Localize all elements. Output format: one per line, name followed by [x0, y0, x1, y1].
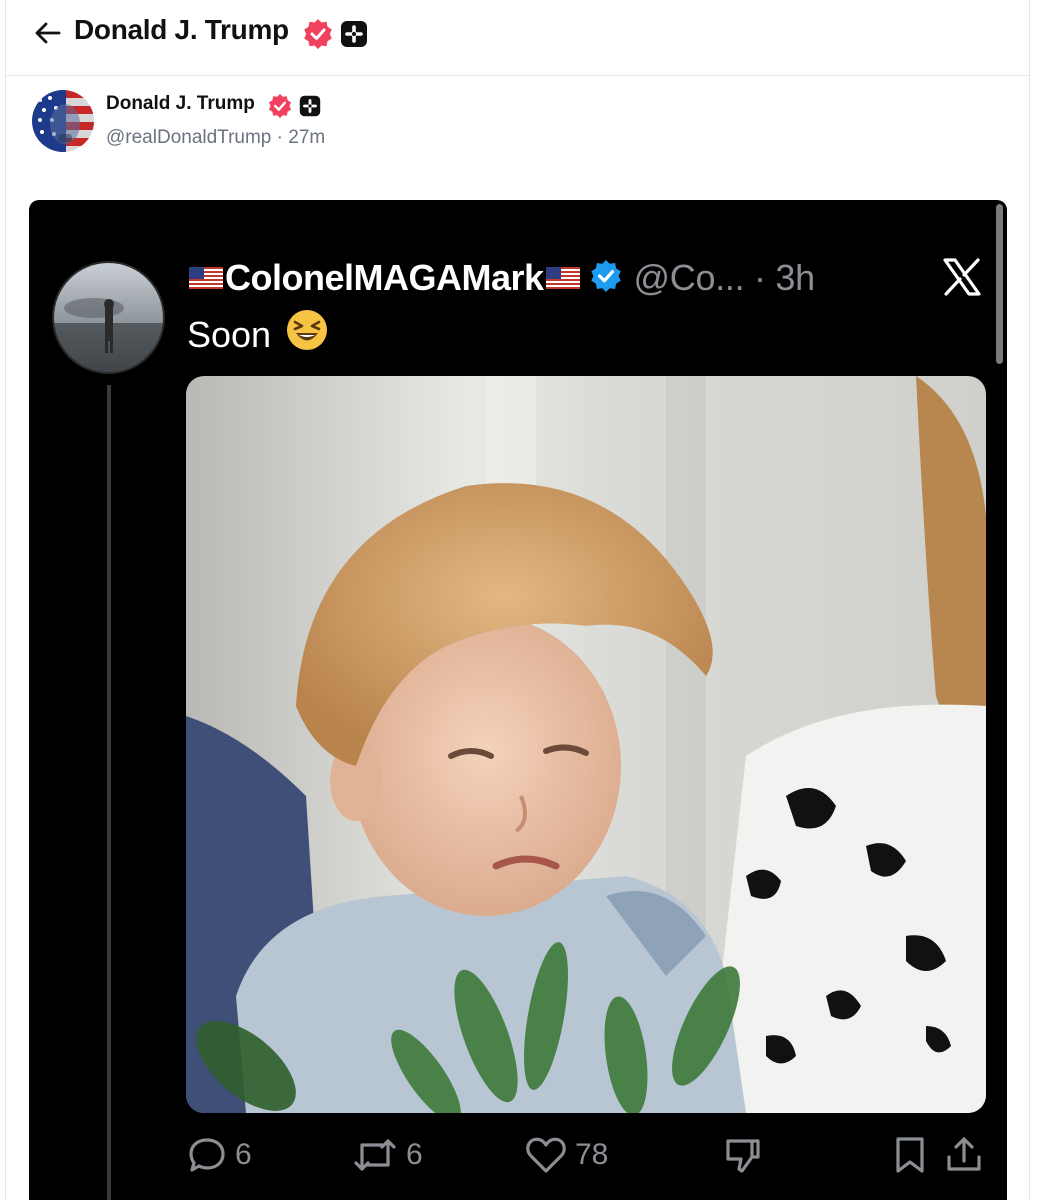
verified-badge-icon — [303, 19, 333, 54]
bookmark-action[interactable] — [892, 1130, 928, 1180]
verified-badge-icon — [590, 259, 622, 297]
reply-icon — [187, 1135, 227, 1175]
dislike-action[interactable] — [722, 1130, 762, 1180]
us-flag-icon — [189, 267, 223, 289]
author-meta: @realDonaldTrump · 27m — [106, 127, 325, 149]
embedded-screenshot[interactable]: ColonelMAGAMark @Co... · 3h Soon 6 6 78 — [29, 200, 1007, 1200]
embedded-photo[interactable] — [186, 376, 986, 1113]
embed-text: Soon — [187, 308, 329, 361]
plus-badge-icon — [340, 20, 368, 53]
author-handle[interactable]: @realDonaldTrump — [106, 127, 271, 148]
embed-handle: @Co... · 3h — [633, 257, 816, 298]
laughing-emoji-icon — [285, 308, 329, 361]
scrollbar[interactable] — [996, 204, 1003, 364]
author-name[interactable]: Donald J. Trump — [106, 93, 255, 115]
meta-separator: · — [276, 127, 283, 148]
embed-actions: 6 6 78 — [187, 1130, 987, 1180]
reply-action[interactable]: 6 — [187, 1130, 252, 1180]
page-title: Donald J. Trump — [74, 14, 289, 45]
embed-header: ColonelMAGAMark @Co... · 3h — [187, 256, 815, 300]
embed-avatar — [52, 261, 165, 374]
post-page: Donald J. Trump Donald J. Trump @realDon… — [5, 0, 1030, 1200]
repost-icon — [352, 1135, 398, 1175]
post-time[interactable]: 27m — [288, 127, 325, 148]
share-action[interactable] — [945, 1130, 983, 1180]
dislike-icon — [722, 1135, 762, 1175]
us-flag-icon — [545, 267, 580, 289]
plus-badge-icon — [299, 95, 321, 122]
repost-action[interactable]: 6 — [352, 1130, 423, 1180]
reply-count: 6 — [235, 1138, 252, 1171]
author-avatar[interactable] — [32, 90, 94, 152]
top-header: Donald J. Trump — [6, 0, 1029, 76]
like-count: 78 — [575, 1138, 609, 1171]
bookmark-icon — [892, 1135, 928, 1175]
verified-badge-icon — [268, 94, 292, 123]
back-arrow-icon[interactable] — [33, 18, 63, 48]
like-icon — [525, 1135, 567, 1175]
thread-line — [107, 385, 111, 1200]
x-logo-icon — [941, 256, 983, 303]
embed-author-name: ColonelMAGAMark — [225, 257, 544, 298]
share-icon — [945, 1135, 983, 1175]
repost-count: 6 — [406, 1138, 423, 1171]
like-action[interactable]: 78 — [525, 1130, 608, 1180]
